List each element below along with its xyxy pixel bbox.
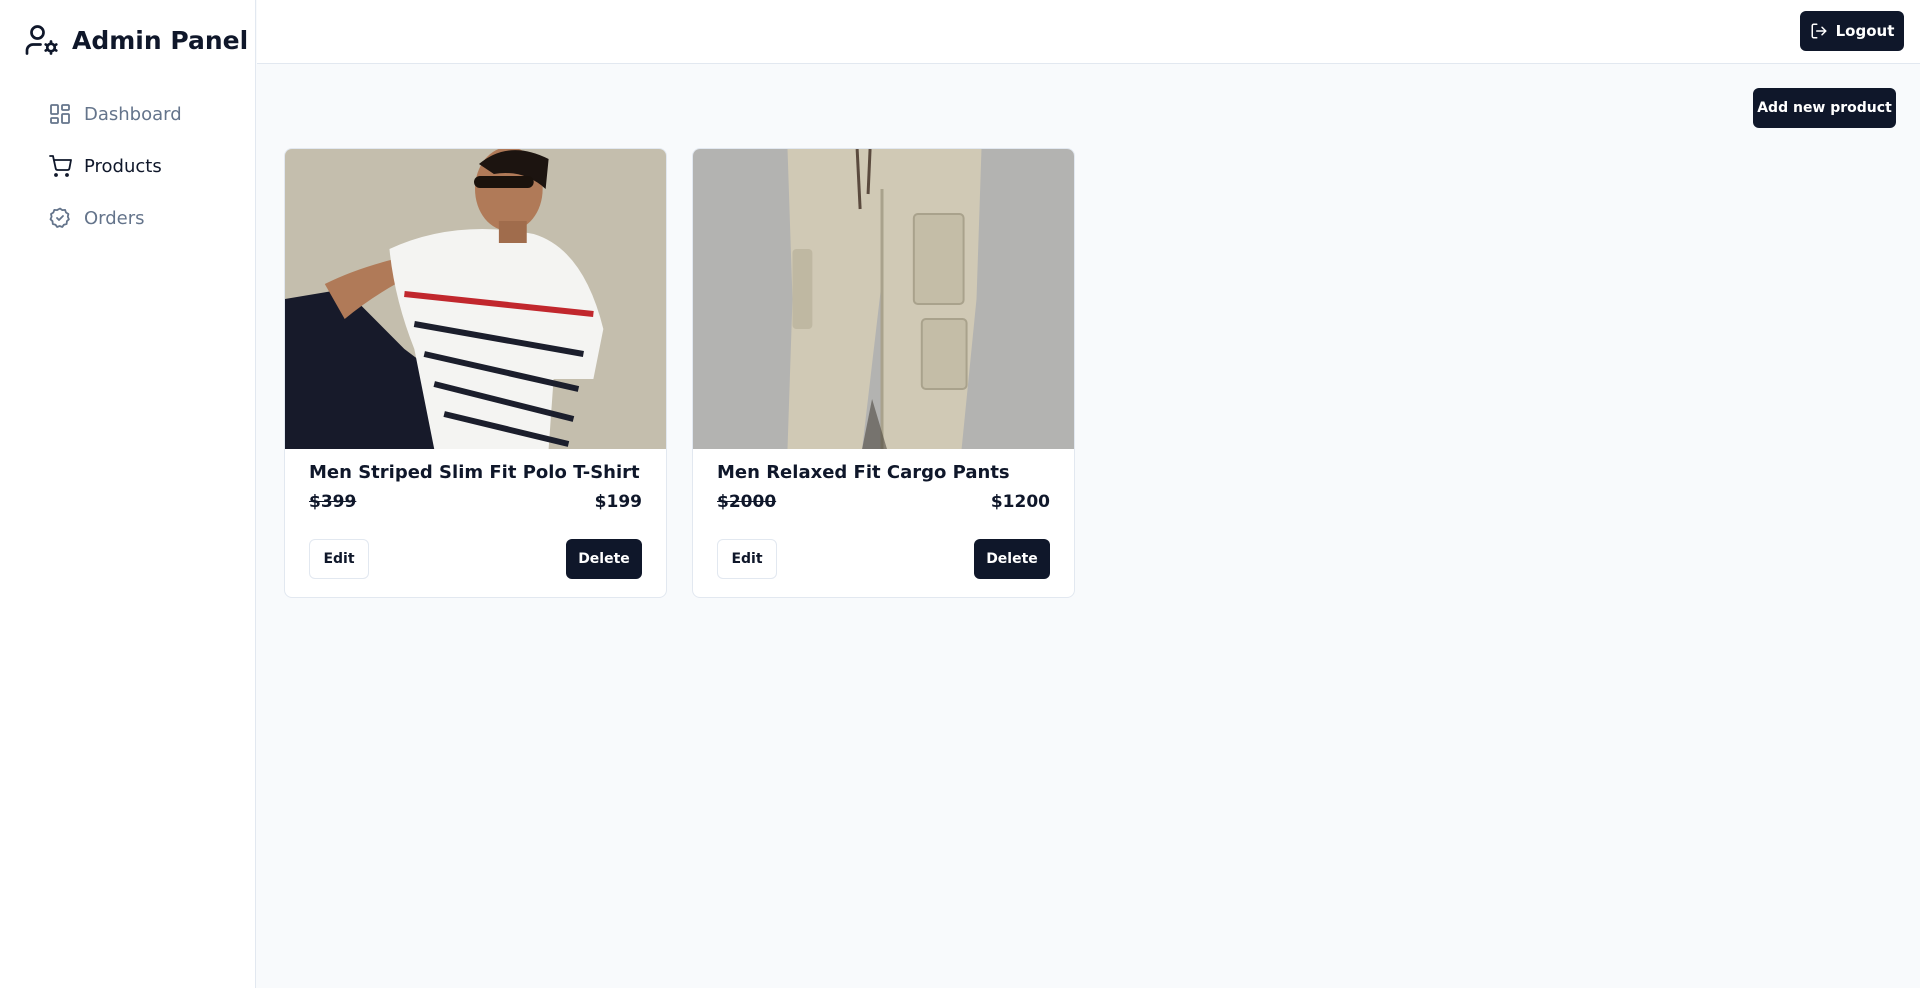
sidebar: Admin Panel Dashboard Products Orders <box>0 0 256 988</box>
add-new-product-button[interactable]: Add new product <box>1753 88 1896 128</box>
product-title: Men Striped Slim Fit Polo T-Shirt <box>309 462 640 483</box>
product-price: $2000 <box>717 492 777 512</box>
product-sale-price: $199 <box>594 492 642 512</box>
edit-button[interactable]: Edit <box>717 539 777 579</box>
logout-label: Logout <box>1835 22 1895 40</box>
sidebar-item-label: Products <box>84 155 162 177</box>
card-actions: Edit Delete <box>309 539 642 579</box>
app-title: Admin Panel <box>72 25 249 55</box>
product-image <box>285 149 666 449</box>
user-cog-icon <box>25 25 58 55</box>
shopping-cart-icon <box>49 155 72 177</box>
card-actions: Edit Delete <box>717 539 1050 579</box>
product-grid: Men Striped Slim Fit Polo T-Shirt $399 $… <box>284 148 1075 598</box>
sidebar-item-orders[interactable]: Orders <box>0 192 255 244</box>
product-sale-price: $1200 <box>990 492 1050 512</box>
edit-button[interactable]: Edit <box>309 539 369 579</box>
sidebar-item-label: Dashboard <box>84 103 182 125</box>
top-header: Logout <box>257 0 1920 64</box>
product-card: Men Striped Slim Fit Polo T-Shirt $399 $… <box>284 148 667 598</box>
delete-button[interactable]: Delete <box>974 539 1050 579</box>
sidebar-item-label: Orders <box>84 207 145 229</box>
product-title: Men Relaxed Fit Cargo Pants <box>717 462 1010 483</box>
sidebar-item-dashboard[interactable]: Dashboard <box>0 88 255 140</box>
badge-check-icon <box>49 207 70 228</box>
brand: Admin Panel <box>0 0 255 80</box>
price-row: $399 $199 <box>309 489 642 515</box>
log-out-icon <box>1811 23 1827 39</box>
logout-button[interactable]: Logout <box>1800 11 1904 51</box>
product-price: $399 <box>309 492 357 512</box>
product-card: Men Relaxed Fit Cargo Pants $2000 $1200 … <box>692 148 1075 598</box>
sidebar-item-products[interactable]: Products <box>0 140 255 192</box>
layout-dashboard-icon <box>50 104 70 124</box>
product-image <box>693 149 1074 449</box>
delete-button[interactable]: Delete <box>566 539 642 579</box>
sidebar-nav: Dashboard Products Orders <box>0 88 255 244</box>
price-row: $2000 $1200 <box>717 489 1050 515</box>
